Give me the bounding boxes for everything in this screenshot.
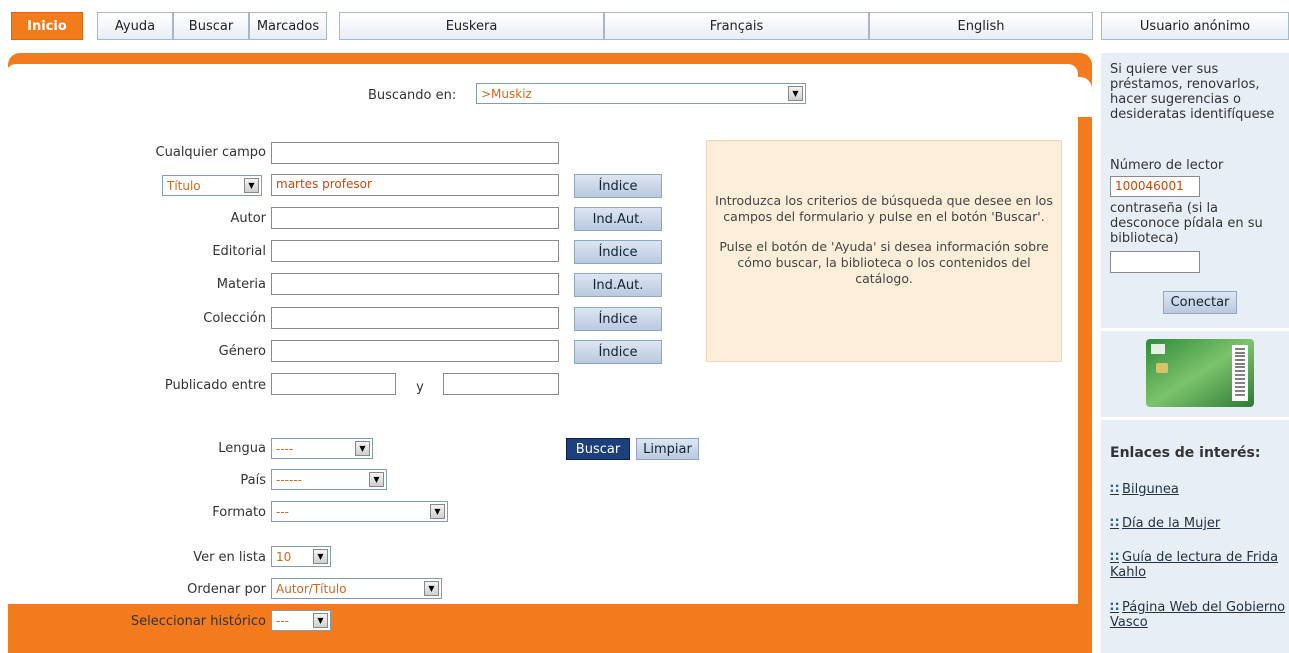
genero-input[interactable] bbox=[271, 340, 559, 362]
sidebar-divider bbox=[1101, 328, 1289, 331]
pais-label: País bbox=[240, 473, 266, 488]
cualquier-label: Cualquier campo bbox=[155, 145, 266, 160]
buscando-label: Buscando en: bbox=[368, 88, 457, 103]
link-guia-frida-label: Guía de lectura de Frida Kahlo bbox=[1110, 550, 1279, 580]
field-type-value: Título bbox=[167, 178, 201, 193]
lengua-select[interactable]: ---- ▼ bbox=[271, 438, 373, 459]
chevron-down-icon: ▼ bbox=[369, 472, 384, 487]
materia-label: Materia bbox=[216, 277, 266, 292]
indice-button-coleccion[interactable]: Índice bbox=[574, 307, 662, 331]
buscar-button[interactable]: Buscar bbox=[566, 438, 630, 460]
chevron-down-icon: ▼ bbox=[430, 504, 445, 519]
chevron-down-icon: ▼ bbox=[313, 613, 328, 628]
bullet-icon: ∷ bbox=[1110, 600, 1120, 615]
historico-value: --- bbox=[276, 613, 289, 628]
lengua-label: Lengua bbox=[218, 441, 266, 456]
top-navigation: Inicio Ayuda Buscar Marcados Euskera Fra… bbox=[0, 12, 1289, 40]
publicado-label: Publicado entre bbox=[164, 378, 266, 393]
lector-input[interactable]: 100046001 bbox=[1110, 176, 1200, 197]
page-title: Búsqueda General bbox=[66, 68, 279, 94]
genero-label: Género bbox=[218, 344, 266, 359]
verlista-select[interactable]: 10 ▼ bbox=[271, 546, 331, 567]
field-type-select[interactable]: Título ▼ bbox=[162, 175, 262, 196]
pais-select[interactable]: ------ ▼ bbox=[271, 469, 387, 490]
verlista-value: 10 bbox=[276, 549, 292, 564]
bullet-icon: ∷ bbox=[1110, 550, 1120, 565]
nav-buscar[interactable]: Buscar bbox=[173, 12, 249, 40]
indaut-button-autor[interactable]: Ind.Aut. bbox=[574, 207, 662, 231]
nav-francais[interactable]: Français bbox=[604, 12, 869, 40]
nav-usuario[interactable]: Usuario anónimo bbox=[1101, 12, 1289, 40]
formato-value: --- bbox=[276, 504, 289, 519]
bullet-icon: ∷ bbox=[1110, 516, 1120, 531]
library-card-image bbox=[1146, 339, 1254, 407]
ordenar-value: Autor/Título bbox=[276, 581, 347, 596]
historico-select[interactable]: --- ▼ bbox=[271, 610, 331, 631]
autor-input[interactable] bbox=[271, 207, 559, 229]
editorial-input[interactable] bbox=[271, 240, 559, 262]
link-guia-frida[interactable]: ∷ Guía de lectura de Frida Kahlo bbox=[1110, 550, 1286, 580]
conectar-button[interactable]: Conectar bbox=[1163, 291, 1237, 314]
link-dia-mujer[interactable]: ∷ Día de la Mujer bbox=[1110, 516, 1286, 531]
historico-label: Seleccionar histórico bbox=[130, 614, 266, 629]
titulo-input[interactable]: martes profesor bbox=[271, 174, 559, 196]
chevron-down-icon: ▼ bbox=[788, 86, 803, 101]
editorial-label: Editorial bbox=[212, 244, 266, 259]
limpiar-button[interactable]: Limpiar bbox=[636, 438, 699, 460]
cualquier-input[interactable] bbox=[271, 142, 559, 164]
ordenar-label: Ordenar por bbox=[187, 582, 266, 597]
link-gobierno-vasco-label: Página Web del Gobierno Vasco bbox=[1110, 600, 1286, 630]
link-bilgunea-label: Bilgunea bbox=[1122, 482, 1179, 497]
nav-euskera[interactable]: Euskera bbox=[339, 12, 604, 40]
nav-ayuda[interactable]: Ayuda bbox=[97, 12, 173, 40]
publicado-hasta-input[interactable] bbox=[443, 373, 559, 395]
enlaces-title: Enlaces de interés: bbox=[1110, 445, 1261, 461]
login-intro: Si quiere ver sus préstamos, renovarlos,… bbox=[1110, 62, 1275, 122]
nav-inicio[interactable]: Inicio bbox=[11, 12, 83, 40]
nav-english[interactable]: English bbox=[869, 12, 1093, 40]
password-label: contraseña (si la desconoce pídala en su… bbox=[1110, 201, 1263, 246]
publicado-desde-input[interactable] bbox=[271, 373, 396, 395]
link-dia-mujer-label: Día de la Mujer bbox=[1122, 516, 1221, 531]
buscando-select[interactable]: >Muskiz ▼ bbox=[476, 83, 806, 104]
chevron-down-icon: ▼ bbox=[355, 441, 370, 456]
coleccion-label: Colección bbox=[203, 311, 266, 326]
ordenar-select[interactable]: Autor/Título ▼ bbox=[271, 578, 442, 599]
link-bilgunea[interactable]: ∷ Bilgunea bbox=[1110, 482, 1286, 497]
indaut-button-materia[interactable]: Ind.Aut. bbox=[574, 273, 662, 297]
pais-value: ------ bbox=[276, 472, 302, 487]
autor-label: Autor bbox=[230, 211, 266, 226]
nav-marcados[interactable]: Marcados bbox=[249, 12, 327, 40]
indice-button-titulo[interactable]: Índice bbox=[574, 174, 662, 198]
chevron-down-icon: ▼ bbox=[313, 549, 328, 564]
materia-input[interactable] bbox=[271, 273, 559, 295]
chevron-down-icon: ▼ bbox=[244, 178, 259, 193]
buscando-value: >Muskiz bbox=[481, 86, 532, 101]
y-label: y bbox=[416, 380, 424, 395]
coleccion-input[interactable] bbox=[271, 307, 559, 329]
verlista-label: Ver en lista bbox=[193, 550, 266, 565]
chevron-down-icon: ▼ bbox=[424, 581, 439, 596]
indice-button-editorial[interactable]: Índice bbox=[574, 240, 662, 264]
info-paragraph-1: Introduzca los criterios de búsqueda que… bbox=[715, 193, 1053, 224]
link-gobierno-vasco[interactable]: ∷ Página Web del Gobierno Vasco bbox=[1110, 600, 1286, 630]
bullet-icon: ∷ bbox=[1110, 482, 1120, 497]
indice-button-genero[interactable]: Índice bbox=[574, 340, 662, 364]
lector-label: Número de lector bbox=[1110, 158, 1224, 173]
info-paragraph-2: Pulse el botón de 'Ayuda' si desea infor… bbox=[719, 239, 1049, 286]
formato-label: Formato bbox=[212, 505, 266, 520]
formato-select[interactable]: --- ▼ bbox=[271, 501, 448, 522]
sidebar-divider bbox=[1101, 417, 1289, 420]
info-box: Introduzca los criterios de búsqueda que… bbox=[706, 140, 1062, 362]
password-input[interactable] bbox=[1110, 251, 1200, 273]
lengua-value: ---- bbox=[276, 441, 294, 456]
